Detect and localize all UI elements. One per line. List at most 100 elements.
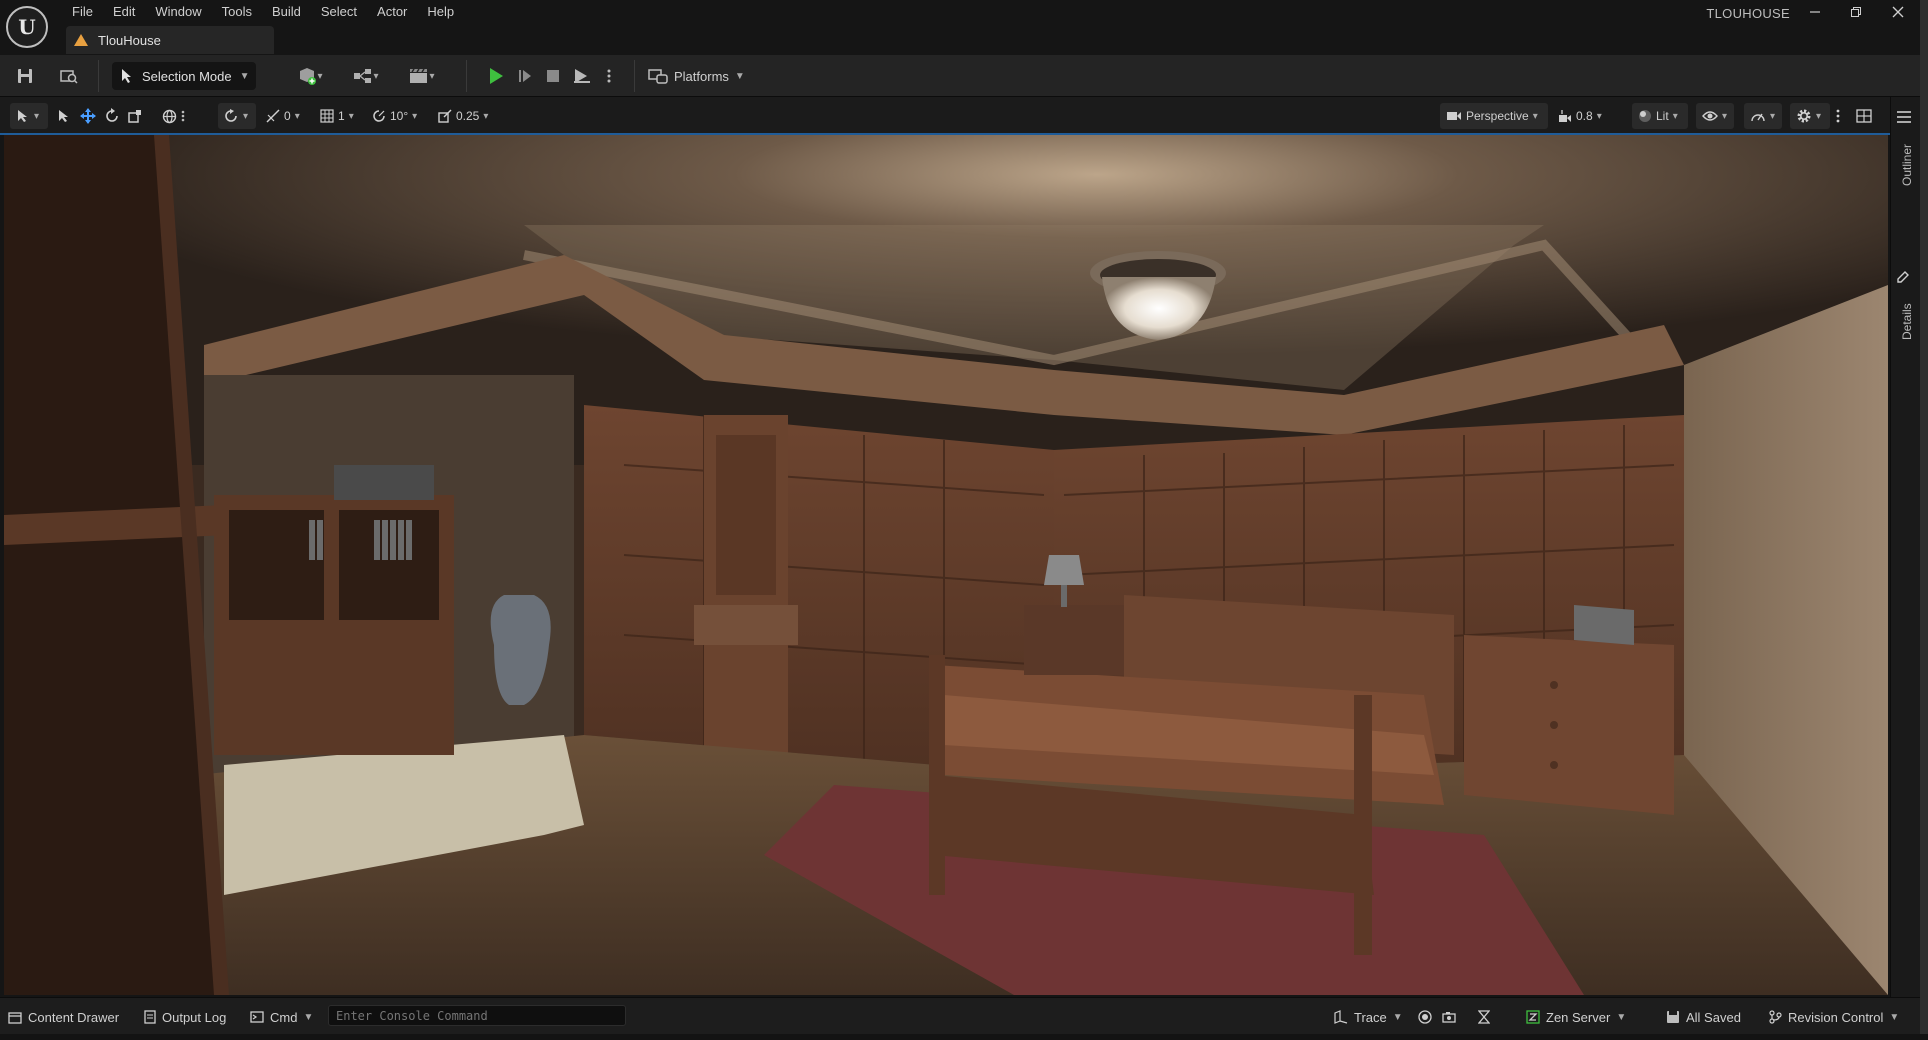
platforms-icon xyxy=(648,69,668,84)
menu-actor[interactable]: Actor xyxy=(367,2,417,24)
advance-frame-icon xyxy=(519,70,531,82)
cmd-label: Cmd xyxy=(270,1009,298,1025)
trace-label: Trace xyxy=(1354,1009,1387,1025)
zen-server-dropdown[interactable]: Zen Server ▼ xyxy=(1526,1005,1634,1029)
surface-snap-value: 0 xyxy=(284,109,291,123)
screenshot-icon[interactable] xyxy=(1442,1005,1460,1029)
platforms-dropdown[interactable]: Platforms ▼ xyxy=(648,62,748,90)
save-status-icon xyxy=(1667,1011,1679,1023)
cmd-dropdown[interactable]: Cmd ▼ xyxy=(250,1005,318,1029)
advance-frame-button[interactable] xyxy=(512,62,538,90)
output-log-label: Output Log xyxy=(162,1009,227,1025)
rotation-snap-button[interactable]: 10° ▾ xyxy=(372,103,424,129)
all-saved-button[interactable]: All Saved xyxy=(1666,1005,1746,1029)
layout-grid-icon xyxy=(1856,109,1872,123)
grid-snap-icon xyxy=(320,109,334,123)
play-button[interactable] xyxy=(482,62,510,90)
scale-snap-button[interactable]: 0.25 ▾ xyxy=(438,103,498,129)
rotation-snap-value: 10° xyxy=(390,109,409,123)
chevron-down-icon: ▼ xyxy=(303,1011,314,1023)
menu-build[interactable]: Build xyxy=(262,2,311,24)
blueprint-icon xyxy=(354,69,372,83)
all-saved-label: All Saved xyxy=(1686,1009,1741,1025)
translate-icon xyxy=(80,108,96,124)
record-icon[interactable] xyxy=(1418,1005,1436,1029)
viewport-layout-button[interactable] xyxy=(1856,103,1878,129)
translate-tool-button[interactable] xyxy=(80,103,100,129)
scene-render xyxy=(4,135,1888,995)
eject-icon xyxy=(574,69,590,83)
camera-speed-button[interactable]: 0.8 ▾ xyxy=(1558,103,1612,129)
menu-window[interactable]: Window xyxy=(145,2,211,24)
menu-help[interactable]: Help xyxy=(417,2,464,24)
minimize-icon[interactable] xyxy=(1795,0,1835,24)
camera-icon xyxy=(1447,112,1461,120)
view-mode-label: Perspective xyxy=(1466,109,1529,123)
surface-snap-button[interactable]: 0 ▾ xyxy=(266,103,308,129)
select-cursor-icon xyxy=(18,110,27,122)
revision-control-dropdown[interactable]: Revision Control ▼ xyxy=(1768,1005,1900,1029)
menu-bar: File Edit Window Tools Build Select Acto… xyxy=(62,2,464,24)
scale-tool-button[interactable] xyxy=(128,103,148,129)
coordinate-system-button[interactable] xyxy=(162,103,196,129)
show-flags-dropdown[interactable]: ▾ xyxy=(1696,103,1734,129)
rotate-tool-button[interactable] xyxy=(104,103,124,129)
zen-server-icon xyxy=(1526,1010,1540,1024)
menu-select[interactable]: Select xyxy=(311,2,367,24)
select-tool-button[interactable] xyxy=(58,103,76,129)
restore-icon[interactable] xyxy=(1836,0,1876,24)
menu-tools[interactable]: Tools xyxy=(212,2,262,24)
play-options-menu[interactable] xyxy=(598,62,620,90)
viewport-settings-dropdown[interactable]: ▾ xyxy=(1790,103,1830,129)
lighting-mode-label: Lit xyxy=(1656,109,1669,123)
view-mode-dropdown[interactable]: Perspective ▾ xyxy=(1440,103,1548,129)
window-edge-scrollbar[interactable] xyxy=(1920,0,1928,1040)
taskbar-edge xyxy=(0,1034,1928,1040)
browse-icon[interactable] xyxy=(56,62,82,90)
grid-snap-button[interactable]: 1 ▾ xyxy=(320,103,362,129)
cinematics-button[interactable]: ▾ xyxy=(402,62,442,90)
stop-icon xyxy=(547,70,559,82)
content-drawer-icon xyxy=(8,1012,22,1024)
console-command-input[interactable] xyxy=(328,1005,626,1026)
blueprint-button[interactable]: ▾ xyxy=(346,62,386,90)
play-icon xyxy=(489,68,503,84)
eject-button[interactable] xyxy=(568,62,596,90)
save-icon[interactable] xyxy=(12,62,38,90)
tab-outliner[interactable]: Outliner xyxy=(1893,132,1921,186)
lighting-mode-dropdown[interactable]: Lit ▾ xyxy=(1632,103,1688,129)
selection-mode-label: Selection Mode xyxy=(142,68,232,84)
revision-control-icon xyxy=(1769,1010,1782,1024)
tab-details[interactable]: Details xyxy=(1893,294,1921,340)
performance-scalability-dropdown[interactable]: ▾ xyxy=(1744,103,1782,129)
more-vertical-icon xyxy=(181,110,185,122)
tab-details-label: Details xyxy=(1900,303,1914,340)
level-viewport[interactable] xyxy=(4,135,1888,995)
output-log-button[interactable]: Output Log xyxy=(144,1005,232,1029)
snap-rotation-surface-menu[interactable]: ▾ xyxy=(218,103,256,129)
hourglass-icon[interactable] xyxy=(1478,1005,1496,1029)
globe-icon xyxy=(162,109,177,123)
hamburger-menu-icon[interactable] xyxy=(1896,110,1912,126)
trace-dropdown[interactable]: Trace ▼ xyxy=(1334,1005,1408,1029)
chevron-down-icon: ▼ xyxy=(239,70,250,82)
rotation-snap-icon xyxy=(373,110,385,122)
rotate-icon xyxy=(106,108,118,122)
selection-mode-dropdown[interactable]: Selection Mode ▼ xyxy=(112,62,256,90)
toolbar-separator xyxy=(634,60,635,92)
scale-snap-value: 0.25 xyxy=(456,109,480,123)
more-vertical-icon xyxy=(607,69,611,83)
toolbar-separator xyxy=(98,60,99,92)
document-tab[interactable]: TlouHouse xyxy=(66,26,274,54)
menu-edit[interactable]: Edit xyxy=(103,2,145,24)
lit-sphere-icon xyxy=(1639,110,1651,122)
output-log-icon xyxy=(144,1010,156,1024)
transform-menu[interactable]: ▾ xyxy=(10,103,48,129)
viewport-options-menu[interactable] xyxy=(1836,103,1848,129)
content-drawer-button[interactable]: Content Drawer xyxy=(8,1005,124,1029)
add-actor-button[interactable]: ▾ xyxy=(290,62,330,90)
unreal-logo-icon[interactable]: U xyxy=(6,6,48,48)
menu-file[interactable]: File xyxy=(62,2,103,24)
close-icon[interactable] xyxy=(1878,0,1918,24)
stop-button[interactable] xyxy=(540,62,566,90)
